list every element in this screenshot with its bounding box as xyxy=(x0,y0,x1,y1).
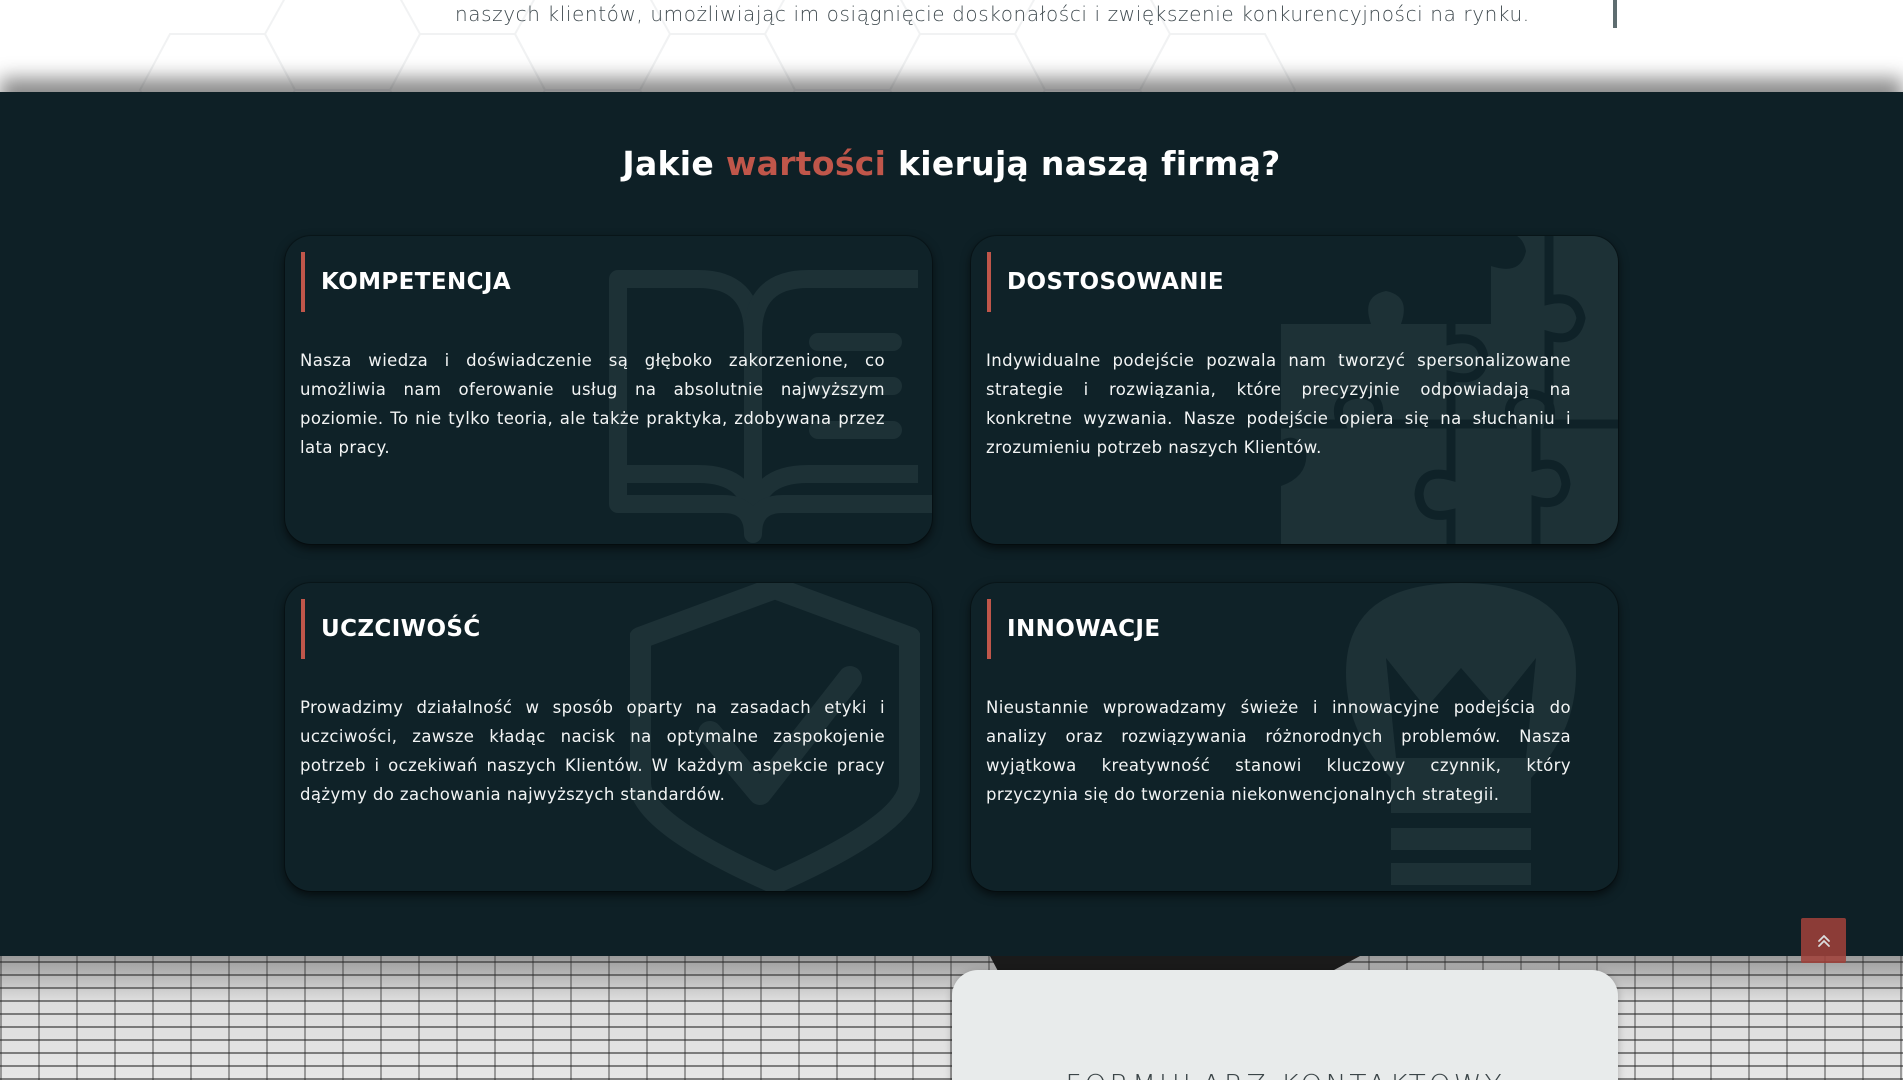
values-title-accent: wartości xyxy=(725,144,887,183)
double-chevron-up-icon xyxy=(1817,934,1830,947)
dark-ledge xyxy=(990,956,1360,970)
values-section: Jakie wartości kierują naszą firmą? KOMP… xyxy=(0,92,1903,956)
value-card-innowacje: INNOWACJE Nieustannie wprowadzamy świeże… xyxy=(971,583,1618,891)
card-title: INNOWACJE xyxy=(987,599,1161,659)
contact-form-card: FORMULARZ KONTAKTOWY xyxy=(952,970,1618,1080)
values-title-end: kierują naszą firmą? xyxy=(886,144,1281,183)
scroll-to-top-button[interactable] xyxy=(1801,918,1846,963)
values-title: Jakie wartości kierują naszą firmą? xyxy=(0,144,1903,183)
card-description: Nieustannie wprowadzamy świeże i innowac… xyxy=(986,698,1571,804)
intro-text: naszych klientów, umożliwiając im osiągn… xyxy=(455,2,1530,26)
contact-form-title: FORMULARZ KONTAKTOWY xyxy=(952,1068,1618,1080)
card-description: Nasza wiedza i doświadczenie są głęboko … xyxy=(300,351,885,457)
intro-strip: naszych klientów, umożliwiając im osiągn… xyxy=(0,0,1903,92)
card-title: DOSTOSOWANIE xyxy=(987,252,1224,312)
intro-accent-bar xyxy=(1613,0,1617,28)
card-description: Indywidualne podejście pozwala nam tworz… xyxy=(986,351,1571,457)
card-description: Prowadzimy działalność w sposób oparty n… xyxy=(300,698,885,804)
values-title-start: Jakie xyxy=(622,144,726,183)
value-card-kompetencja: KOMPETENCJA Nasza wiedza i doświadczenie… xyxy=(285,236,932,544)
card-title: KOMPETENCJA xyxy=(301,252,511,312)
card-title: UCZCIWOŚĆ xyxy=(301,599,481,659)
value-card-uczciwosc: UCZCIWOŚĆ Prowadzimy działalność w sposó… xyxy=(285,583,932,891)
value-card-dostosowanie: DOSTOSOWANIE Indywidualne podejście pozw… xyxy=(971,236,1618,544)
